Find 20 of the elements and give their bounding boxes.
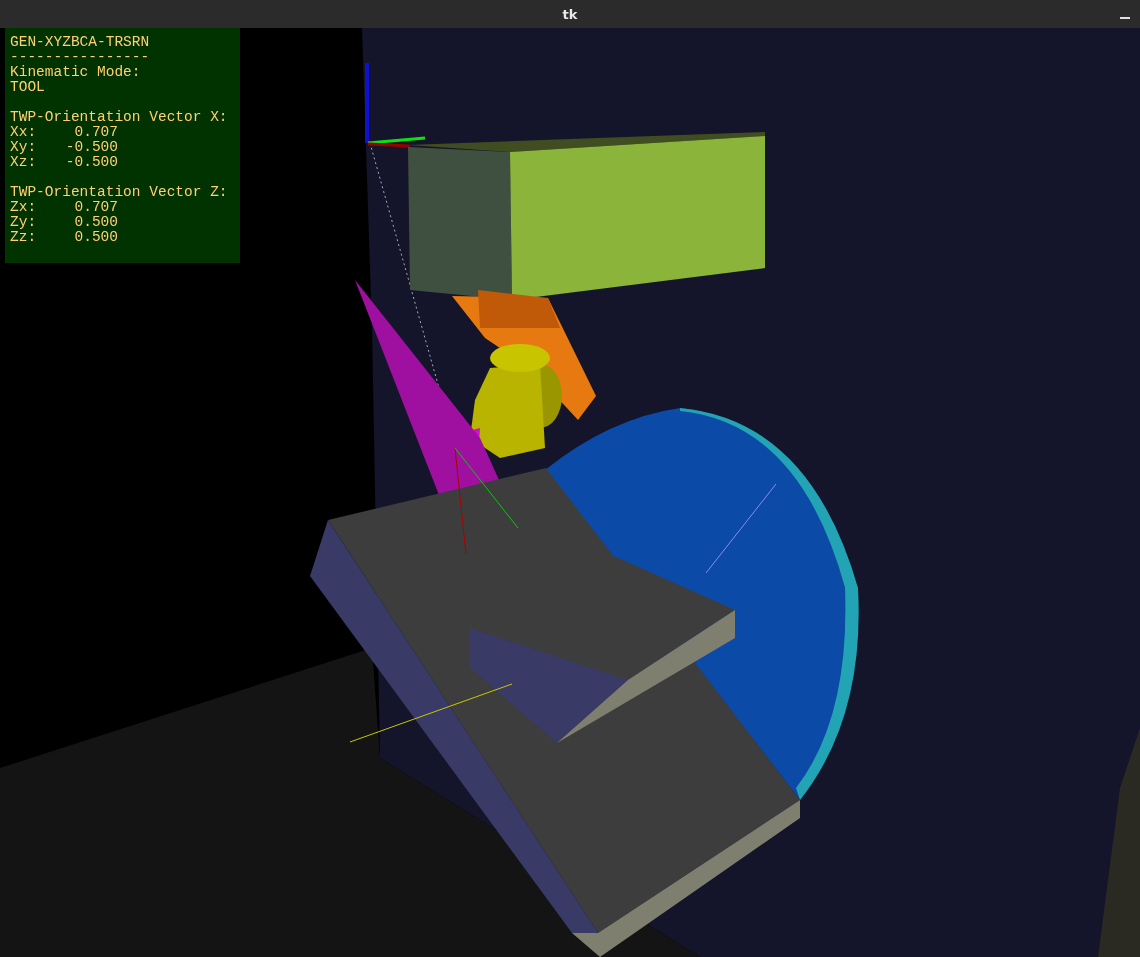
component-value: 0.707 [73, 125, 118, 140]
minimize-icon[interactable] [1120, 17, 1130, 19]
component-label: Xz: [10, 155, 38, 170]
machine-name: GEN-XYZBCA-TRSRN [10, 35, 151, 50]
separator-line: ---------------- [10, 50, 151, 65]
component-value: 0.500 [73, 215, 118, 230]
mode-value: TOOL [10, 80, 46, 95]
component-value: 0.500 [73, 230, 118, 245]
component-label: Zx: [10, 200, 38, 215]
component-value: -0.500 [64, 140, 118, 155]
component-value: 0.707 [73, 200, 118, 215]
vector-heading: TWP-Orientation Vector X: [10, 110, 229, 125]
vector-heading: TWP-Orientation Vector Z: [10, 185, 229, 200]
component-value: -0.500 [64, 155, 118, 170]
component-label: Xy: [10, 140, 38, 155]
mode-label: Kinematic Mode: [10, 65, 142, 80]
component-label: Zy: [10, 215, 38, 230]
component-label: Xx: [10, 125, 38, 140]
component-label: Zz: [10, 230, 38, 245]
window-title: tk [562, 6, 578, 22]
